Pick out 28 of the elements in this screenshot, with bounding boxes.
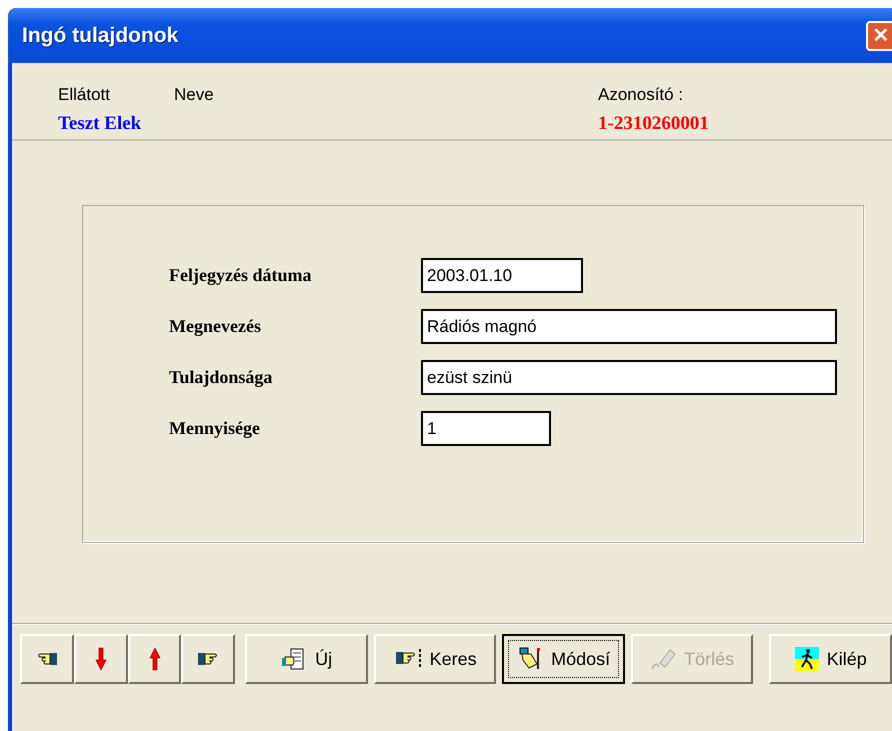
- nav-button[interactable]: [20, 634, 74, 684]
- running-person-icon: [794, 647, 819, 671]
- toolbar-button[interactable]: Módosí: [502, 634, 625, 684]
- toolbar-button[interactable]: Új: [245, 634, 368, 684]
- field-label: Azonosító :: [598, 85, 684, 106]
- field-label: Megnevezés: [169, 316, 262, 337]
- input-field[interactable]: 2003.01.10: [421, 258, 583, 293]
- pointing-hand-icon: [394, 648, 422, 670]
- id-value: 1-2310260001: [598, 113, 710, 136]
- person-name: Teszt Elek: [58, 113, 142, 136]
- input-field[interactable]: 1: [421, 411, 551, 446]
- field-label: Mennyisége: [169, 418, 261, 439]
- field-label: Tulajdonsága: [169, 367, 274, 388]
- arrow-down-icon: [94, 647, 107, 671]
- input-field[interactable]: ezüst szinü: [421, 360, 837, 395]
- arrow-up-icon: [148, 647, 161, 671]
- nav-button[interactable]: [74, 634, 128, 684]
- field-label: Feljegyzés dátuma: [169, 265, 312, 286]
- nav-button[interactable]: [128, 634, 182, 684]
- field-label: Neve: [174, 85, 215, 106]
- toolbar-button[interactable]: Kilép: [769, 634, 892, 684]
- eraser-icon: [650, 647, 676, 671]
- field-label: Ellátott: [58, 85, 111, 106]
- toolbar-button[interactable]: Keres: [374, 634, 496, 684]
- window-title: Ingó tulajdonok: [22, 24, 178, 48]
- close-button[interactable]: ✕: [866, 20, 892, 50]
- input-field[interactable]: Rádiós magnó: [421, 309, 837, 344]
- nav-button[interactable]: [181, 634, 236, 684]
